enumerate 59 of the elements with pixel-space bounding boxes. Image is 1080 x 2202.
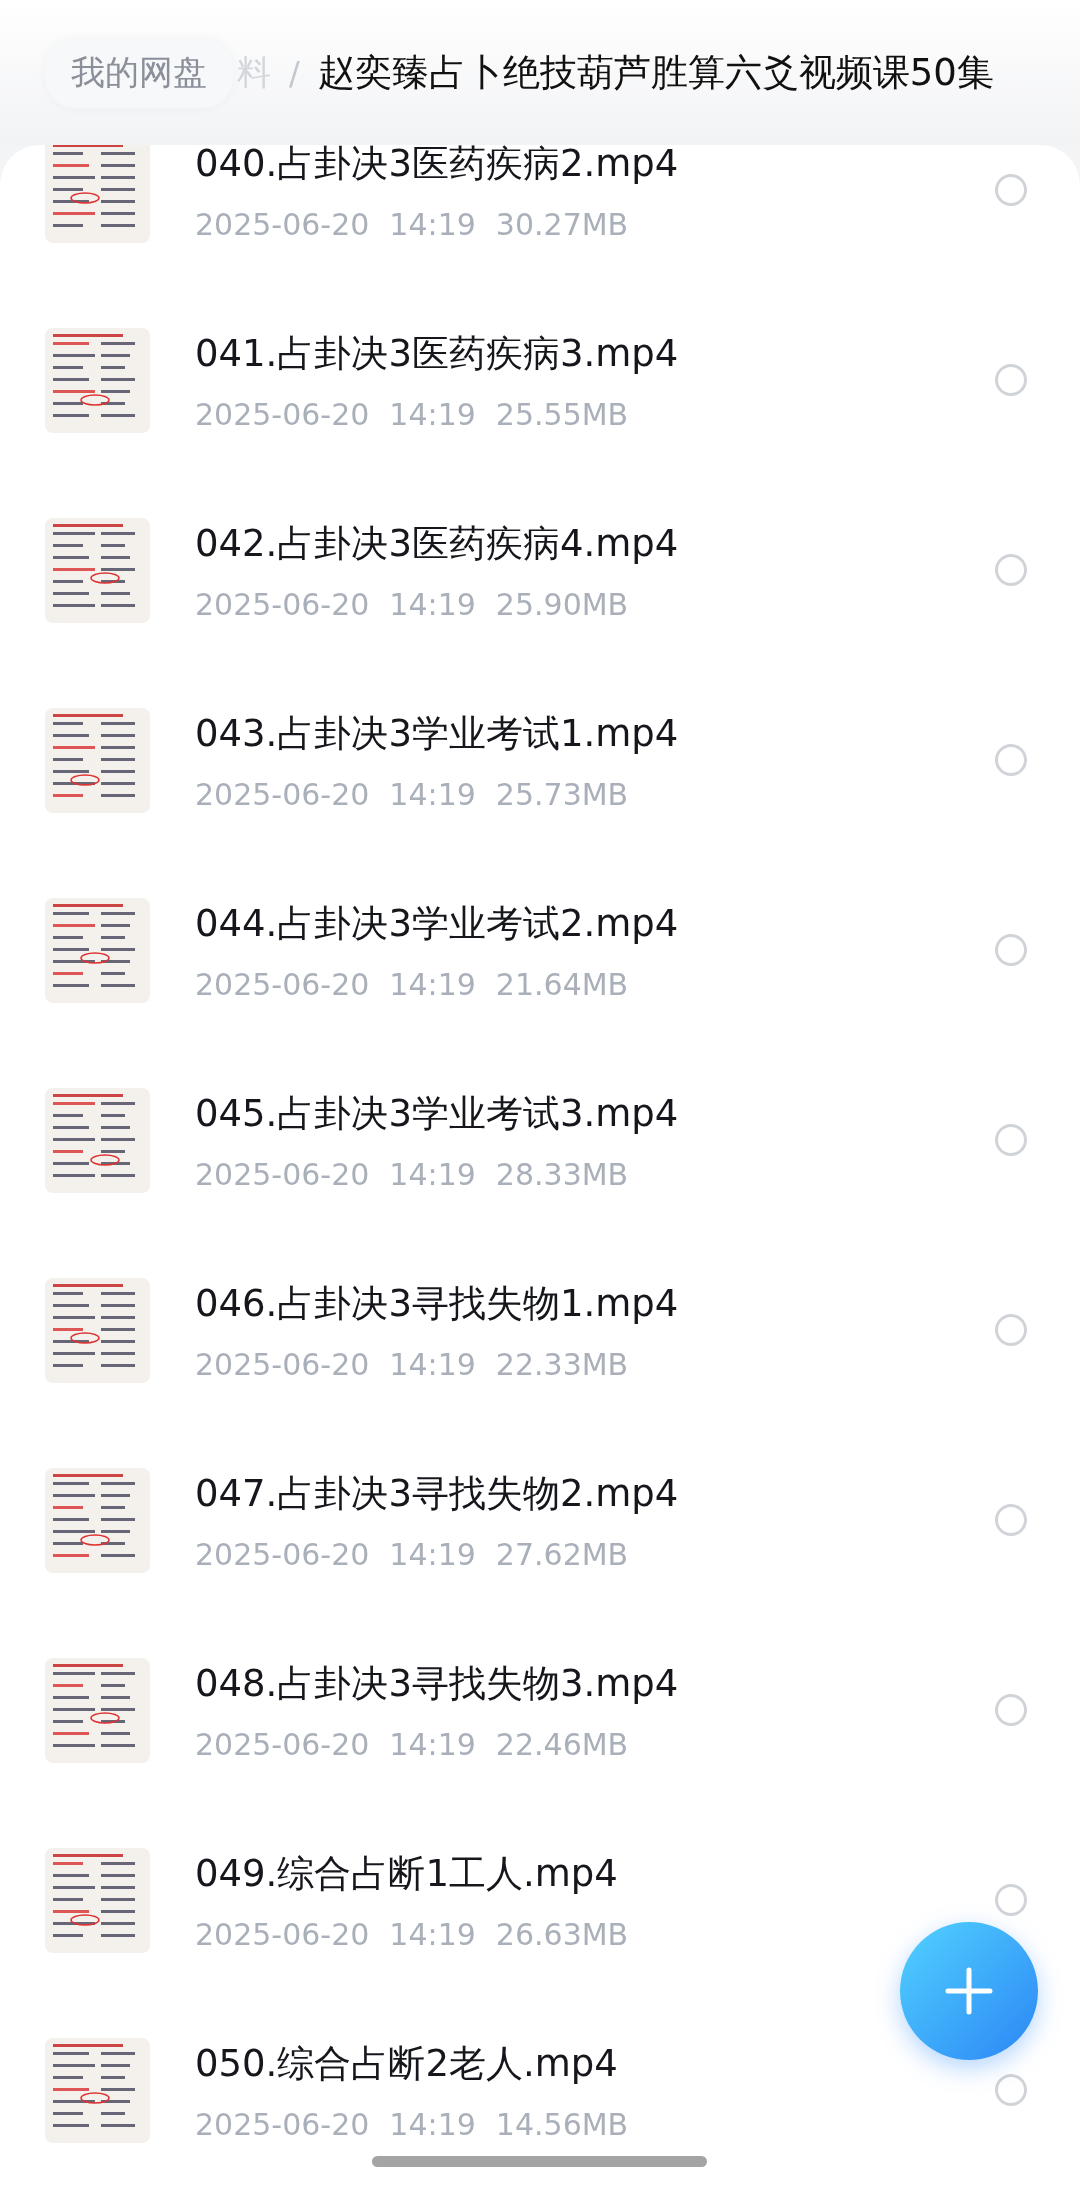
file-name[interactable]: 043.占卦决3学业考试1.mp4 <box>195 708 679 759</box>
select-radio[interactable] <box>995 1314 1027 1346</box>
file-date: 2025-06-20 <box>195 776 370 812</box>
file-name[interactable]: 045.占卦决3学业考试3.mp4 <box>195 1088 679 1139</box>
file-name[interactable]: 044.占卦决3学业考试2.mp4 <box>195 898 679 949</box>
select-radio[interactable] <box>995 2074 1027 2106</box>
file-name[interactable]: 048.占卦决3寻找失物3.mp4 <box>195 1658 679 1709</box>
file-size: 21.64MB <box>495 966 629 1002</box>
select-radio[interactable] <box>995 744 1027 776</box>
file-size: 25.90MB <box>495 586 629 622</box>
file-date: 2025-06-20 <box>195 1346 370 1382</box>
file-date: 2025-06-20 <box>195 1726 370 1762</box>
file-size: 22.46MB <box>495 1726 629 1762</box>
file-size: 27.62MB <box>495 1536 629 1572</box>
file-date: 2025-06-20 <box>195 1536 370 1572</box>
select-radio[interactable] <box>995 1504 1027 1536</box>
file-name[interactable]: 050.综合占断2老人.mp4 <box>195 2038 618 2089</box>
file-size: 14.56MB <box>495 2106 629 2142</box>
select-radio[interactable] <box>995 1124 1027 1156</box>
home-indicator[interactable] <box>372 2156 707 2167</box>
file-date: 2025-06-20 <box>195 586 370 622</box>
file-time: 14:19 <box>389 206 476 242</box>
file-size: 25.55MB <box>495 396 629 432</box>
select-radio[interactable] <box>995 1694 1027 1726</box>
file-time: 14:19 <box>389 966 476 1002</box>
file-date: 2025-06-20 <box>195 1156 370 1192</box>
select-radio[interactable] <box>995 174 1027 206</box>
file-name[interactable]: 042.占卦决3医药疾病4.mp4 <box>195 518 679 569</box>
file-date: 2025-06-20 <box>195 396 370 432</box>
file-name[interactable]: 041.占卦决3医药疾病3.mp4 <box>195 328 679 379</box>
file-name[interactable]: 040.占卦决3医药疾病2.mp4 <box>195 145 679 189</box>
file-name[interactable]: 049.综合占断1工人.mp4 <box>195 1848 618 1899</box>
file-time: 14:19 <box>389 1916 476 1952</box>
file-time: 14:19 <box>389 1536 476 1572</box>
file-time: 14:19 <box>389 1346 476 1382</box>
file-size: 26.63MB <box>495 1916 629 1952</box>
folder-title: 赵奕臻占卜绝技葫芦胜算六爻视频课50集 <box>317 49 994 96</box>
file-size: 30.27MB <box>495 206 629 242</box>
file-time: 14:19 <box>389 1726 476 1762</box>
file-size: 25.73MB <box>495 776 629 812</box>
file-time: 14:19 <box>389 1156 476 1192</box>
breadcrumb-separator: / <box>289 53 300 92</box>
file-date: 2025-06-20 <box>195 2106 370 2142</box>
file-date: 2025-06-20 <box>195 1916 370 1952</box>
file-size: 28.33MB <box>495 1156 629 1192</box>
file-time: 14:19 <box>389 776 476 812</box>
file-time: 14:19 <box>389 2106 476 2142</box>
file-time: 14:19 <box>389 586 476 622</box>
file-name[interactable]: 047.占卦决3寻找失物2.mp4 <box>195 1468 679 1519</box>
plus-icon <box>944 1966 994 2016</box>
file-size: 22.33MB <box>495 1346 629 1382</box>
file-date: 2025-06-20 <box>195 206 370 242</box>
select-radio[interactable] <box>995 1884 1027 1916</box>
select-radio[interactable] <box>995 554 1027 586</box>
file-time: 14:19 <box>389 396 476 432</box>
file-name[interactable]: 046.占卦决3寻找失物1.mp4 <box>195 1278 679 1329</box>
select-radio[interactable] <box>995 934 1027 966</box>
select-radio[interactable] <box>995 364 1027 396</box>
file-date: 2025-06-20 <box>195 966 370 1002</box>
